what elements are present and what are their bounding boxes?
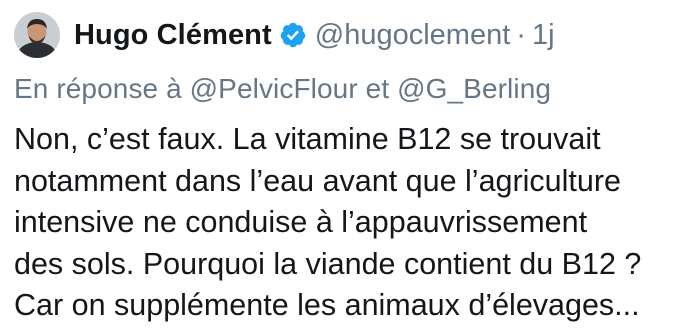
reply-context: En réponse à @PelvicFlour et @G_Berling [14,73,551,105]
avatar[interactable] [14,12,60,58]
reply-mention-link[interactable]: @PelvicFlour [190,73,358,104]
reply-conjunction: et [365,73,390,104]
verified-badge-icon [279,21,307,49]
tweet-text-line: Car on supplémente les animaux d’élevage… [14,288,640,322]
tweet-header: Hugo Clément @hugoclement · 1j [14,9,555,61]
tweet-text-line: notamment dans l’eau avant que l’agricul… [14,163,621,198]
author-handle[interactable]: @hugoclement [315,19,511,52]
tweet-text-line: Non, c’est faux. La vitamine B12 se trou… [14,122,601,156]
avatar-photo-icon [14,12,60,58]
tweet-text-line: des sols. Pourquoi la viande contient du… [14,246,642,281]
tweet-text: Non, c’est faux. La vitamine B12 se trou… [14,119,678,327]
tweet-card: Hugo Clément @hugoclement · 1j En répons… [0,0,680,331]
tweet-timestamp[interactable]: 1j [532,19,555,52]
separator-dot: · [516,18,526,51]
reply-prefix: En réponse à [14,73,182,104]
reply-mention-link[interactable]: @G_Berling [397,73,551,104]
author-display-name[interactable]: Hugo Clément [74,19,272,52]
tweet-text-line: intensive ne conduise à l’appauvrissemen… [14,205,588,239]
